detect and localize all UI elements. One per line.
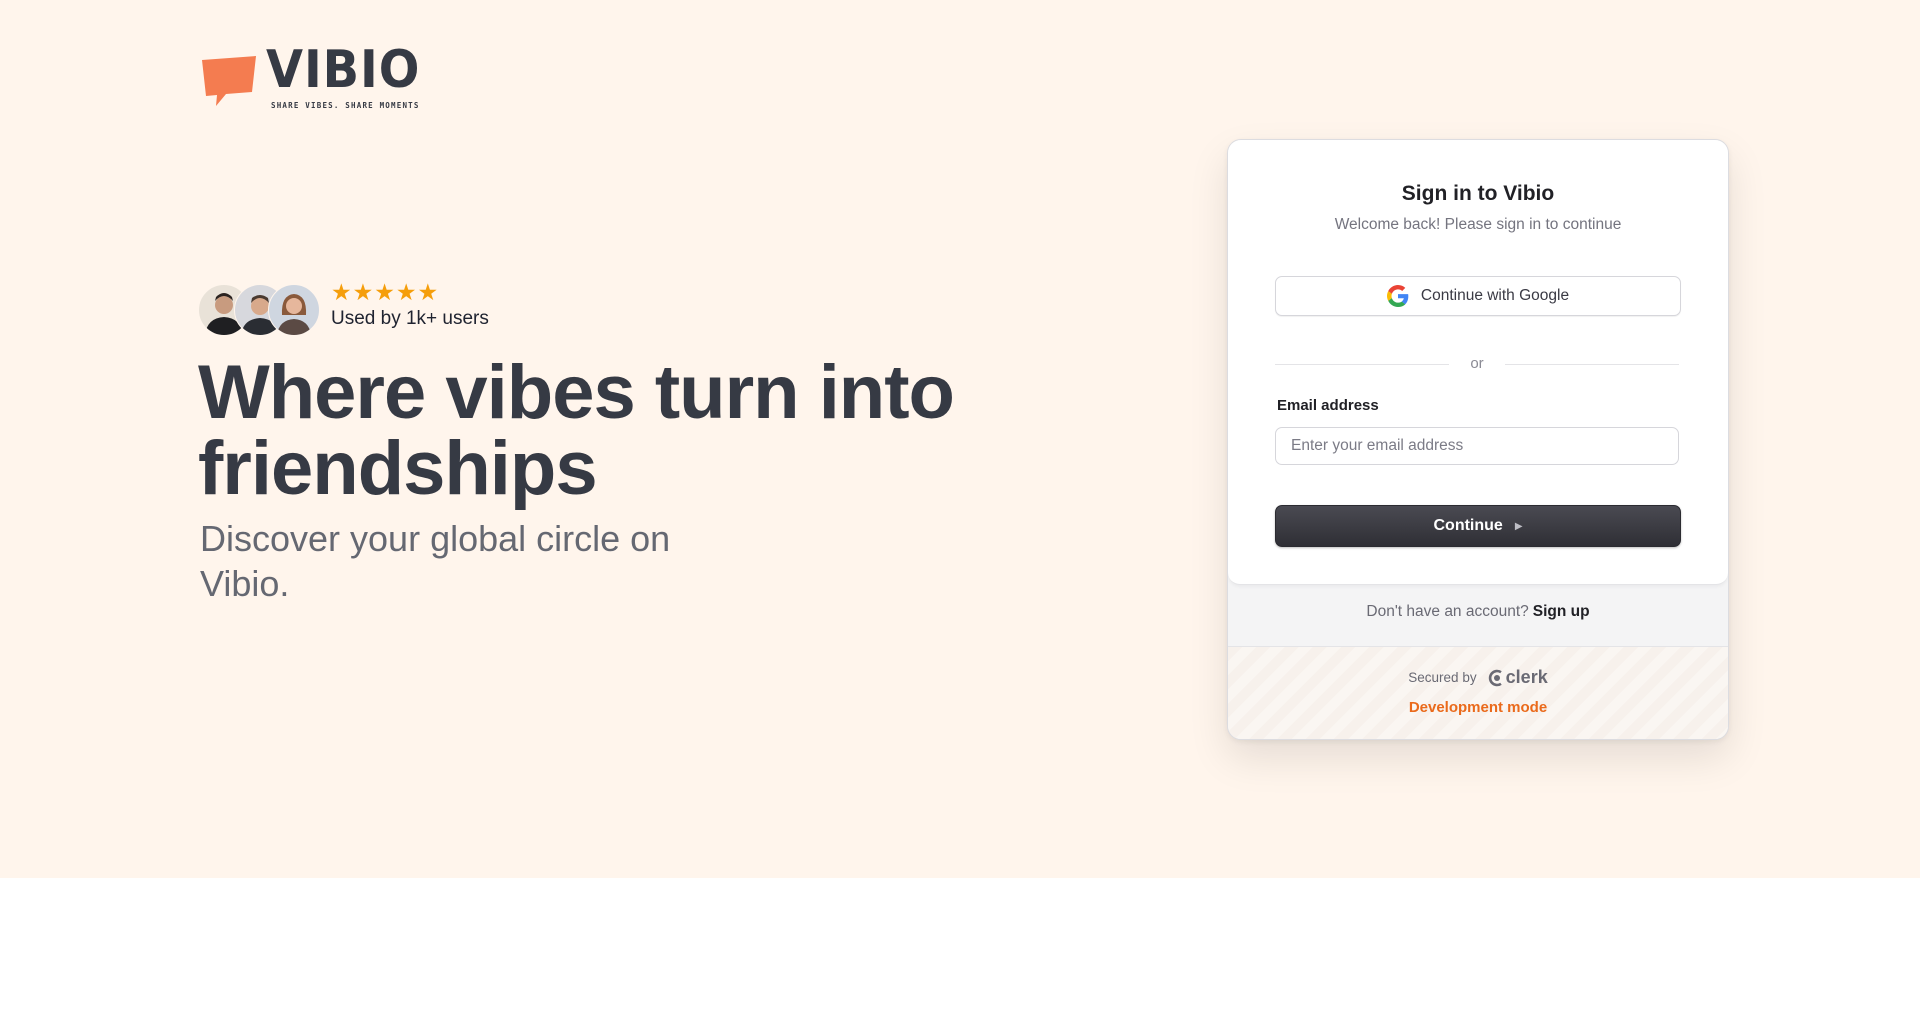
rating-text: Used by 1k+ users — [331, 308, 489, 329]
secured-by-row: Secured by clerk — [1228, 667, 1728, 688]
google-button-label: Continue with Google — [1420, 287, 1570, 304]
no-account-text: Don't have an account? — [1366, 603, 1529, 620]
star-icon: ★ — [395, 280, 417, 306]
secured-footer: Secured by clerk Development mode — [1228, 646, 1728, 739]
hero-subheadline: Discover your global circle on Vibio. — [200, 518, 671, 604]
star-icon: ★ — [331, 280, 352, 306]
email-label: Email address — [1277, 397, 1379, 414]
google-signin-button[interactable]: Continue with Google — [1275, 276, 1681, 316]
or-divider: or — [1275, 354, 1679, 374]
signin-title: Sign in to Vibio — [1401, 182, 1555, 205]
star-icon: ★ — [417, 280, 439, 306]
google-icon — [1386, 285, 1409, 307]
avatar-group — [198, 284, 320, 336]
star-icon: ★ — [352, 280, 374, 306]
brand-tagline: SHARE VIBES. SHARE MOMENTS — [271, 101, 420, 110]
signup-prompt: Don't have an account? Sign up — [1228, 603, 1728, 621]
brand-name: VIBIO — [266, 40, 421, 100]
signin-card: Sign in to Vibio Welcome back! Please si… — [1227, 139, 1729, 740]
signup-link[interactable]: Sign up — [1533, 603, 1590, 620]
continue-button-label: Continue — [1433, 517, 1503, 534]
hero-headline: Where vibes turn into friendships — [198, 350, 955, 511]
avatar — [268, 284, 320, 336]
brand-logo[interactable]: VIBIO SHARE VIBES. SHARE MOMENTS — [198, 40, 438, 114]
email-input[interactable] — [1275, 427, 1679, 465]
caret-right-icon: ▶ — [1514, 520, 1523, 532]
development-mode-label: Development mode — [1408, 699, 1548, 716]
continue-button[interactable]: Continue ▶ — [1275, 505, 1681, 547]
speech-bubble-icon — [202, 56, 256, 106]
clerk-wordmark[interactable]: clerk — [1506, 667, 1548, 687]
secured-by-text: Secured by — [1408, 670, 1477, 685]
divider-line — [1505, 364, 1679, 365]
signin-card-body: Sign in to Vibio Welcome back! Please si… — [1228, 140, 1728, 585]
clerk-logo-icon — [1488, 669, 1502, 686]
rating-stars: ★★★★★ — [331, 280, 439, 306]
star-icon: ★ — [374, 280, 395, 306]
signin-subtitle: Welcome back! Please sign in to continue — [1334, 216, 1622, 233]
